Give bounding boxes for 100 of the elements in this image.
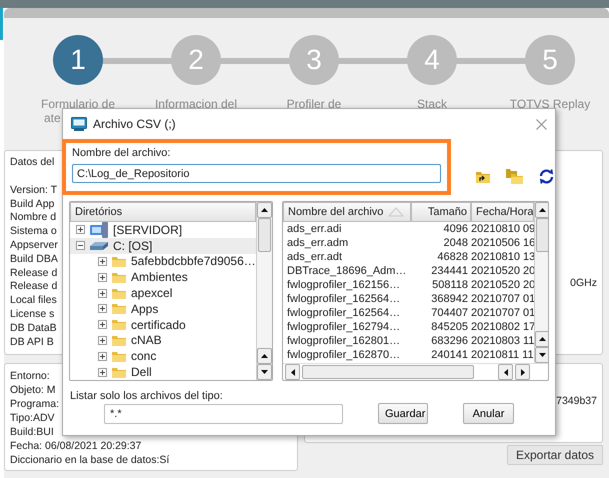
refresh-icon[interactable] bbox=[538, 168, 555, 185]
tree-item[interactable]: certificado bbox=[70, 316, 256, 333]
sort-icon bbox=[388, 207, 404, 217]
expand-icon[interactable] bbox=[98, 272, 107, 282]
info-line: Build DBA bbox=[10, 252, 58, 267]
info-line: Appserver bbox=[10, 238, 58, 253]
expand-icon[interactable] bbox=[98, 352, 107, 361]
info-line: Fecha: 06/08/2021 20:29:37 bbox=[10, 439, 142, 453]
file-cell-text: DBTrace_18696_Adm… bbox=[286, 265, 408, 277]
save-button[interactable]: Guardar bbox=[378, 403, 428, 424]
tree-item[interactable]: Apps bbox=[70, 300, 256, 317]
horizontal-scrollbar[interactable] bbox=[283, 363, 548, 380]
step-label: Profiler de bbox=[286, 97, 342, 111]
scroll-thumb[interactable] bbox=[536, 218, 548, 252]
file-row[interactable]: fwlogprofiler_162801… 683296 20210803 11 bbox=[283, 334, 534, 348]
info-line: Entorno: bbox=[10, 369, 50, 383]
scroll-left-button[interactable] bbox=[285, 364, 300, 380]
tree-item[interactable]: Dell bbox=[70, 364, 256, 380]
folder-icon bbox=[111, 350, 127, 363]
scroll-up-button[interactable] bbox=[256, 202, 272, 218]
up-arrow-icon bbox=[539, 337, 546, 341]
filter-label: Listar solo los archivos del tipo: bbox=[69, 389, 224, 402]
folder-icon bbox=[111, 270, 127, 284]
field-label: Nombre del archivo: bbox=[72, 147, 172, 159]
scroll-right-button[interactable] bbox=[515, 364, 530, 380]
file-cell-text: 704407 bbox=[430, 307, 469, 319]
close-icon[interactable] bbox=[536, 118, 547, 130]
up-arrow-icon bbox=[260, 208, 268, 212]
tree-item[interactable]: cNAB bbox=[70, 332, 256, 348]
file-cell-text: 4096 bbox=[442, 223, 469, 235]
collapse-icon[interactable] bbox=[76, 241, 85, 250]
down-arrow-icon bbox=[260, 370, 268, 374]
file-cell-text: ads_err.adm bbox=[286, 237, 350, 249]
left-arrow-icon bbox=[504, 368, 508, 376]
info-line: 7349b37 bbox=[556, 395, 597, 409]
info-line: Build App bbox=[10, 198, 54, 212]
window-icon bbox=[71, 117, 87, 131]
column-header[interactable]: Fecha/Hora bbox=[471, 202, 534, 222]
scroll-thumb[interactable] bbox=[302, 365, 474, 379]
step-label: Informacion del bbox=[154, 97, 238, 111]
expand-icon[interactable] bbox=[76, 225, 85, 234]
cancel-button[interactable]: Anular bbox=[463, 403, 514, 424]
file-cell: 20210707 01 bbox=[471, 307, 534, 319]
file-cell-text: fwlogprofiler_162156… bbox=[286, 279, 402, 291]
tree-item[interactable]: conc bbox=[70, 348, 256, 364]
scroll-left-button[interactable] bbox=[498, 364, 513, 380]
file-row[interactable]: fwlogprofiler_162564… 704407 20210707 01 bbox=[283, 306, 534, 320]
file-cell-text: 845205 bbox=[430, 321, 469, 333]
scroll-thumb[interactable] bbox=[258, 218, 271, 252]
info-line: License s bbox=[10, 308, 54, 322]
file-cell-text: 2048 bbox=[442, 237, 469, 249]
right-arrow-icon bbox=[520, 368, 524, 376]
tree-item[interactable]: C: [OS] bbox=[70, 238, 256, 254]
column-header[interactable]: Diretórios bbox=[70, 202, 256, 222]
file-cell: 20210707 01 bbox=[471, 293, 534, 305]
file-cell-text: 234441 bbox=[430, 265, 469, 277]
file-cell-text: ads_err.adt bbox=[286, 251, 344, 263]
vertical-scrollbar[interactable] bbox=[256, 202, 272, 380]
export-button[interactable]: Exportar datos bbox=[507, 445, 603, 465]
drive-icon bbox=[89, 240, 109, 251]
file-row[interactable]: fwlogprofiler_162794… 845205 20210802 17 bbox=[283, 320, 534, 334]
info-line: Programa: bbox=[10, 397, 60, 411]
folder-icon bbox=[111, 318, 127, 332]
info-line: Datos del bbox=[10, 156, 54, 170]
scroll-down-button[interactable] bbox=[535, 347, 548, 363]
folder-up-icon[interactable] bbox=[475, 170, 491, 184]
step-circle[interactable]: 1 bbox=[53, 35, 103, 85]
up-arrow-icon bbox=[539, 208, 546, 212]
info-line: Objeto: M bbox=[10, 383, 56, 397]
tree-item[interactable]: apexcel bbox=[70, 285, 256, 301]
scroll-down-button[interactable] bbox=[256, 364, 272, 380]
expand-icon[interactable] bbox=[98, 304, 107, 314]
file-cell-text: ads_err.adi bbox=[286, 223, 342, 235]
file-row[interactable]: fwlogprofiler_162564… 368942 20210707 01 bbox=[283, 292, 534, 306]
info-line: Diccionario en la base de datos:Sí bbox=[10, 453, 170, 467]
tree-item[interactable]: Ambientes bbox=[70, 269, 256, 286]
expand-icon[interactable] bbox=[98, 320, 107, 330]
info-line: Build:BUI bbox=[10, 425, 54, 439]
computer-icon bbox=[89, 220, 109, 239]
tree-item[interactable]: [SERVIDOR] bbox=[70, 222, 256, 238]
scroll-up-button[interactable] bbox=[535, 202, 548, 218]
file-cell-text: fwlogprofiler_162564… bbox=[286, 307, 402, 319]
file-name-field[interactable]: C:\Log_de_Repositorio bbox=[72, 164, 441, 183]
file-cell-text: 46828 bbox=[436, 251, 469, 263]
scroll-up-button[interactable] bbox=[256, 348, 272, 364]
expand-icon[interactable] bbox=[98, 288, 107, 298]
column-header[interactable]: Tamaño bbox=[411, 202, 471, 222]
vertical-scrollbar[interactable] bbox=[534, 202, 548, 363]
step-label: TOTVS Replay bbox=[510, 97, 590, 111]
file-cell-text: fwlogprofiler_162801… bbox=[286, 335, 402, 347]
tree-item[interactable]: 5afebbdcbbfe7d9056… bbox=[70, 254, 256, 270]
expand-icon[interactable] bbox=[98, 256, 107, 266]
info-line: Local files bbox=[10, 294, 57, 308]
file-type-field[interactable]: *.* bbox=[104, 404, 343, 424]
scroll-up-button[interactable] bbox=[535, 331, 548, 347]
expand-icon[interactable] bbox=[98, 368, 107, 377]
file-row[interactable]: fwlogprofiler_162870… 240141 20210811 11 bbox=[283, 348, 534, 362]
expand-icon[interactable] bbox=[98, 336, 107, 345]
down-arrow-icon bbox=[539, 353, 546, 357]
column-header[interactable]: Nombre del archivo bbox=[283, 202, 411, 222]
